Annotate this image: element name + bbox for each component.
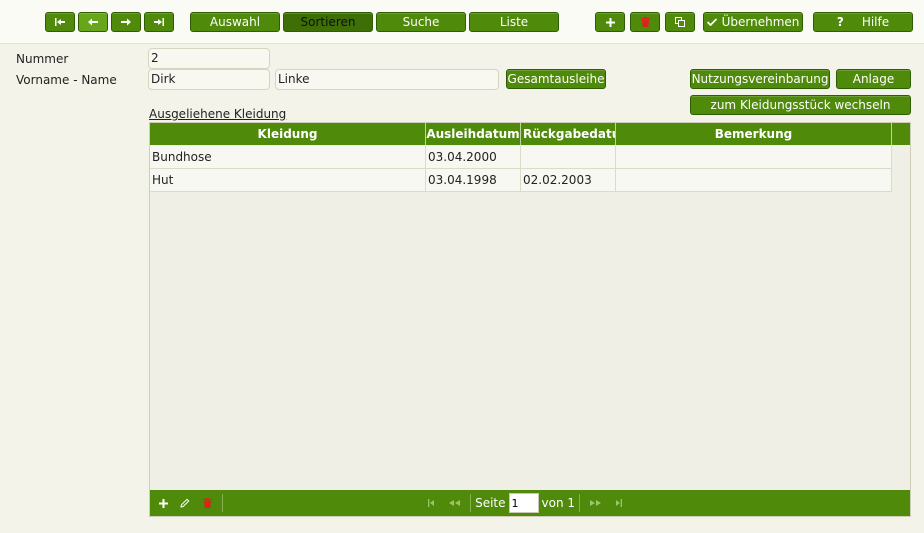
column-header-spacer [892,123,910,145]
sortieren-button[interactable]: Sortieren [283,12,373,32]
column-header-rueckgabedatum[interactable]: Rückgabedatum [521,123,616,145]
kleidungsstueck-wechseln-button[interactable]: zum Kleidungsstück wechseln [690,95,911,115]
auswahl-button[interactable]: Auswahl [190,12,280,32]
nummer-label: Nummer [16,52,69,66]
plus-icon [605,17,615,27]
von-label: von 1 [541,496,576,510]
hilfe-label: Hilfe [861,15,890,29]
last-page-button[interactable] [606,492,628,514]
previous-page-button[interactable] [444,492,466,514]
pager-separator [222,494,223,512]
cell-rueckgabedatum[interactable]: 02.02.2003 [521,169,616,191]
nutzungsvereinbarung-button[interactable]: Nutzungsvereinbarung [690,69,830,89]
delete-record-button[interactable] [630,12,660,32]
fast-forward-icon [590,500,601,506]
edit-row-button[interactable] [174,492,196,514]
last-record-icon [154,18,164,26]
first-page-icon [428,499,435,507]
grid-pager: Seite von 1 [150,490,910,516]
cell-rueckgabedatum[interactable] [521,146,616,168]
table-row[interactable]: Hut 03.04.1998 02.02.2003 [150,169,892,192]
add-row-button[interactable] [152,492,174,514]
check-icon [706,18,717,26]
help-icon: ? [836,15,844,29]
page-number-input[interactable] [508,493,539,513]
uebernehmen-label: Übernehmen [721,15,800,29]
pencil-icon [180,498,190,508]
copy-icon [675,17,685,27]
arrow-left-icon [88,18,98,26]
add-record-button[interactable] [595,12,625,32]
grid-header: Kleidung Ausleihdatum Rückgabedatum Beme… [150,123,910,145]
rewind-icon [449,500,461,506]
pager-separator [470,494,472,512]
grid-title: Ausgeliehene Kleidung [149,107,287,121]
name-label: Vorname - Name [16,73,117,87]
cell-bemerkung[interactable] [616,146,892,168]
kleidung-grid: Kleidung Ausleihdatum Rückgabedatum Beme… [149,122,911,517]
table-row[interactable]: Bundhose 03.04.2000 [150,146,892,169]
nummer-field[interactable]: 2 [148,48,270,69]
suche-button[interactable]: Suche [376,12,466,32]
liste-button[interactable]: Liste [469,12,559,32]
first-record-button[interactable] [45,12,75,32]
arrow-right-icon [121,18,131,26]
last-page-icon [616,499,622,507]
plus-icon [158,498,168,508]
trash-icon [640,17,650,27]
copy-record-button[interactable] [665,12,695,32]
first-record-icon [55,18,65,26]
previous-record-button[interactable] [78,12,108,32]
cell-kleidung[interactable]: Bundhose [150,146,426,168]
cell-ausleihdatum[interactable]: 03.04.2000 [426,146,521,168]
next-page-button[interactable] [584,492,606,514]
delete-row-button[interactable] [196,492,218,514]
vorname-field[interactable]: Dirk [148,69,270,90]
gesamtausleihe-button[interactable]: Gesamtausleihe [506,69,606,89]
trash-icon [202,498,212,508]
next-record-button[interactable] [111,12,141,32]
cell-kleidung[interactable]: Hut [150,169,426,191]
cell-bemerkung[interactable] [616,169,892,191]
uebernehmen-button[interactable]: Übernehmen [703,12,803,32]
first-page-button[interactable] [422,492,444,514]
nachname-field[interactable]: Linke [275,69,499,90]
anlage-button[interactable]: Anlage [836,69,911,89]
column-header-bemerkung[interactable]: Bemerkung [616,123,892,145]
hilfe-button[interactable]: ? Hilfe [813,12,913,32]
pager-separator [579,494,580,512]
column-header-kleidung[interactable]: Kleidung [150,123,426,145]
seite-label: Seite [475,496,506,510]
cell-ausleihdatum[interactable]: 03.04.1998 [426,169,521,191]
column-header-ausleihdatum[interactable]: Ausleihdatum [426,123,521,145]
last-record-button[interactable] [144,12,174,32]
